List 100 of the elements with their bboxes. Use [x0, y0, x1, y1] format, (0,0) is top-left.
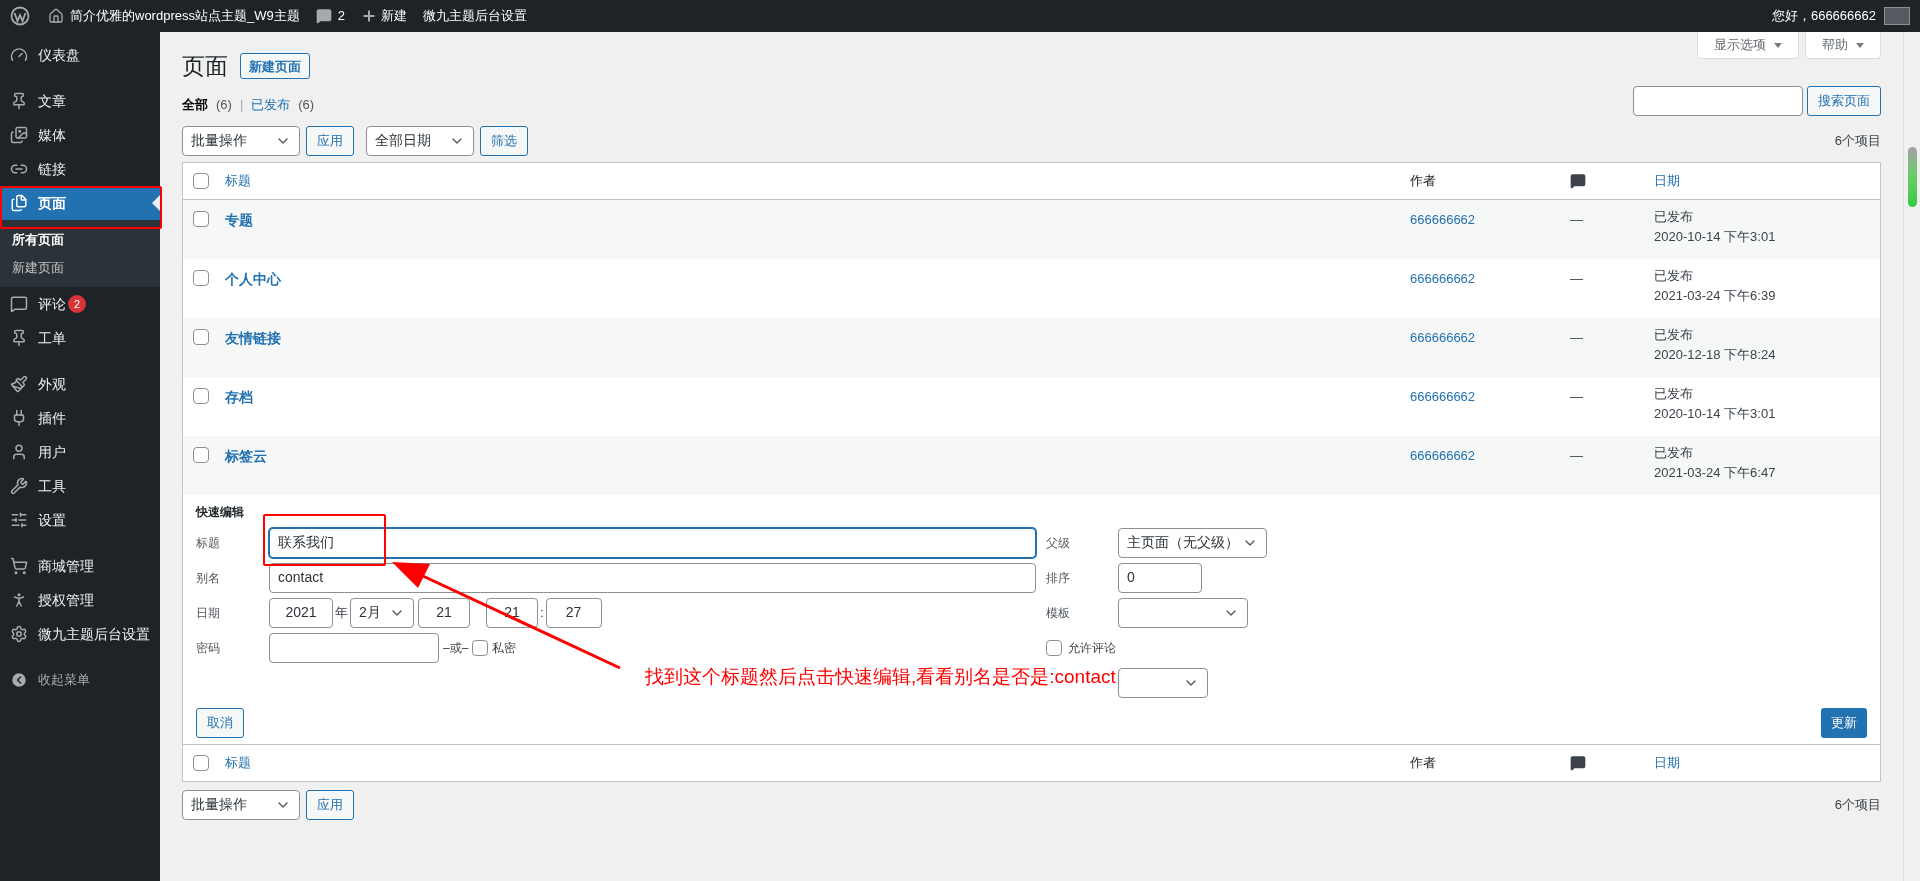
bulk-action-dropdown[interactable]: 批量操作: [182, 125, 300, 156]
page-title-link[interactable]: 专题: [225, 209, 1410, 231]
password-field[interactable]: [269, 632, 439, 663]
sidebar-item[interactable]: 微九主题后台设置: [0, 617, 160, 651]
select-all-checkbox[interactable]: [193, 754, 209, 771]
date-text: 2021-03-24 下午6:47: [1654, 463, 1777, 482]
allow-comments-label: 允许评论: [1068, 639, 1116, 657]
page-title-link[interactable]: 个人中心: [225, 268, 1410, 290]
author-link[interactable]: 666666662: [1410, 327, 1570, 347]
help-tab[interactable]: 帮助: [1805, 32, 1881, 59]
field-label: 排序: [1046, 569, 1071, 587]
row-checkbox[interactable]: [193, 387, 209, 404]
private-checkbox[interactable]: [472, 639, 489, 656]
row-checkbox[interactable]: [193, 328, 209, 345]
home-icon[interactable]: [48, 8, 64, 24]
filter-button[interactable]: 筛选: [480, 125, 528, 156]
greeting-link[interactable]: 您好，666666662: [1771, 6, 1876, 26]
row-checkbox[interactable]: [193, 269, 209, 286]
date-column-header[interactable]: 日期: [1654, 170, 1880, 191]
annotation-text: 找到这个标题然后点击快速编辑,看看别名是否是:contact: [645, 665, 1116, 689]
field-label: 密码: [196, 639, 221, 657]
sidebar-item[interactable]: 外观: [0, 367, 160, 401]
sidebar-item[interactable]: 链接: [0, 152, 160, 186]
select-all-checkbox[interactable]: [193, 172, 209, 189]
apply-button[interactable]: 应用: [306, 789, 354, 820]
sidebar-item[interactable]: 设置: [0, 503, 160, 537]
field-label: 模板: [1046, 604, 1071, 622]
comment-count: —: [1570, 387, 1584, 406]
view-filter-link[interactable]: 已发布: [251, 95, 291, 115]
parent-dropdown[interactable]: 主页面（无父级）: [1118, 527, 1267, 558]
date-text: 2021-03-24 下午6:39: [1654, 286, 1777, 305]
scrollbar[interactable]: [1903, 32, 1920, 881]
speech-bubble-icon: [10, 295, 28, 313]
title-column-header[interactable]: 标题: [225, 170, 1410, 191]
template-dropdown[interactable]: [1118, 597, 1248, 628]
plus-icon[interactable]: [360, 8, 377, 24]
apply-button[interactable]: 应用: [306, 125, 354, 156]
sidebar-item[interactable]: 媒体: [0, 118, 160, 152]
sidebar-item[interactable]: 插件: [0, 401, 160, 435]
collapse-icon[interactable]: [10, 671, 28, 689]
settings-icon: [10, 625, 28, 643]
sliders-icon: [10, 511, 28, 529]
page-title-link[interactable]: 标签云: [225, 445, 1410, 467]
pin-icon: [10, 329, 28, 347]
date-filter-dropdown[interactable]: 全部日期: [366, 125, 474, 156]
sidebar-item[interactable]: 文章: [0, 84, 160, 118]
year-field[interactable]: 2021: [269, 597, 333, 628]
author-column-header: 作者: [1410, 171, 1437, 190]
sidebar-item[interactable]: 授权管理: [0, 583, 160, 617]
status-dropdown[interactable]: [1118, 667, 1208, 698]
row-checkbox[interactable]: [193, 210, 209, 227]
order-field[interactable]: 0: [1118, 562, 1202, 593]
slug-field[interactable]: contact: [269, 562, 1036, 593]
private-label: 私密: [492, 639, 517, 657]
sidebar-item[interactable]: 商城管理: [0, 549, 160, 583]
sidebar-item[interactable]: 仪表盘: [0, 38, 160, 72]
sidebar-item[interactable]: 工单: [0, 321, 160, 355]
screen-options-tab[interactable]: 显示选项: [1697, 32, 1799, 59]
paintbrush-icon: [10, 375, 28, 393]
sidebar-item[interactable]: 评论 2: [0, 287, 160, 321]
sidebar-item[interactable]: 用户: [0, 435, 160, 469]
user-icon: [10, 443, 28, 461]
status-text: 已发布: [1654, 207, 1694, 226]
scrollbar-thumb[interactable]: [1907, 147, 1917, 207]
status-text: 已发布: [1654, 384, 1694, 403]
submenu-item[interactable]: 新建页面: [0, 253, 160, 281]
date-column-header[interactable]: 日期: [1654, 752, 1880, 773]
view-filter-link[interactable]: 全部: [182, 95, 208, 115]
title-field[interactable]: 联系我们: [269, 527, 1036, 558]
sidebar-item[interactable]: 工具: [0, 469, 160, 503]
collapse-menu-link[interactable]: 收起菜单: [38, 670, 90, 690]
logo-icon[interactable]: [10, 6, 30, 26]
add-new-button[interactable]: 新建页面: [240, 53, 310, 80]
page-title-link[interactable]: 存档: [225, 386, 1410, 408]
allow-comments-checkbox[interactable]: [1046, 639, 1062, 656]
bulk-action-dropdown[interactable]: 批量操作: [182, 789, 300, 820]
submenu-item[interactable]: 所有页面: [0, 226, 160, 254]
row-checkbox[interactable]: [193, 446, 209, 463]
cancel-button[interactable]: 取消: [196, 707, 244, 738]
speech-bubble-icon[interactable]: [315, 8, 332, 24]
avatar-placeholder[interactable]: [1884, 7, 1910, 25]
minute-field[interactable]: 27: [545, 597, 602, 628]
author-link[interactable]: 666666662: [1410, 209, 1570, 229]
search-button[interactable]: 搜索页面: [1807, 85, 1881, 116]
author-link[interactable]: 666666662: [1410, 268, 1570, 288]
date-text: 2020-12-18 下午8:24: [1654, 345, 1777, 364]
search-field[interactable]: [1633, 85, 1803, 116]
or-text: –或–: [443, 639, 469, 657]
new-link[interactable]: 新建: [380, 6, 407, 26]
day-field[interactable]: 21: [418, 597, 470, 628]
comment-count[interactable]: 2: [337, 6, 345, 26]
page-title-link[interactable]: 友情链接: [225, 327, 1410, 349]
title-column-header[interactable]: 标题: [225, 752, 1410, 773]
author-link[interactable]: 666666662: [1410, 386, 1570, 406]
update-button[interactable]: 更新: [1821, 707, 1867, 738]
month-dropdown[interactable]: 2月: [350, 597, 414, 628]
site-name-link[interactable]: 简介优雅的wordpress站点主题_W9主题: [70, 6, 300, 26]
theme-settings-link[interactable]: 微九主题后台设置: [414, 6, 535, 26]
sidebar-item[interactable]: 页面: [0, 186, 160, 220]
author-link[interactable]: 666666662: [1410, 445, 1570, 465]
